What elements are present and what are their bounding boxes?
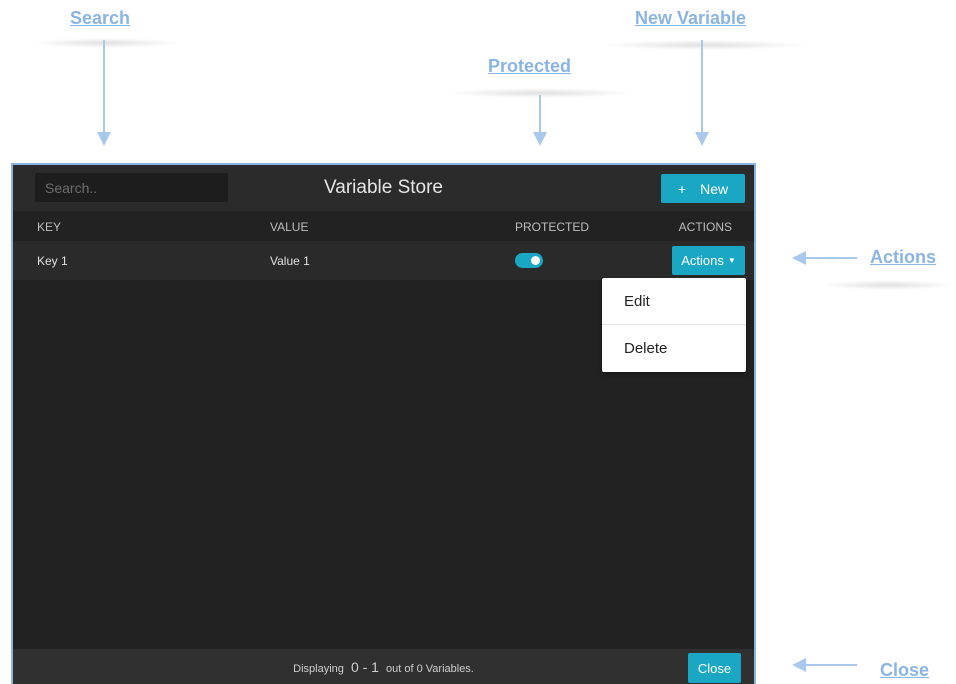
- actions-button-label: Actions: [681, 253, 724, 268]
- close-annotation-arrow: [792, 658, 806, 672]
- actions-dropdown-menu: Edit Delete: [602, 278, 746, 372]
- dialog-title: Variable Store: [324, 177, 443, 198]
- protected-annotation[interactable]: Protected: [488, 56, 571, 77]
- new-variable-annotation[interactable]: New Variable: [635, 8, 746, 29]
- new-variable-annotation-arrow: [695, 132, 709, 146]
- row-value: Value 1: [270, 254, 310, 268]
- menu-item-edit[interactable]: Edit: [602, 278, 746, 324]
- table-header: KEY VALUE PROTECTED ACTIONS: [13, 211, 754, 241]
- search-annotation-arrow: [97, 132, 111, 146]
- column-header-key: KEY: [37, 220, 62, 234]
- protected-annotation-arrow: [533, 132, 547, 146]
- close-annotation[interactable]: Close: [880, 660, 929, 681]
- pagination-summary: Displaying 0 - 1 out of 0 Variables.: [13, 659, 754, 675]
- new-variable-button-label: New: [700, 180, 729, 197]
- menu-item-delete[interactable]: Delete: [602, 325, 746, 371]
- column-header-actions: ACTIONS: [678, 220, 732, 234]
- actions-annotation-arrow: [792, 251, 806, 265]
- actions-annotation-shadow: [820, 280, 956, 290]
- pagination-prefix: Displaying: [293, 663, 344, 675]
- search-annotation[interactable]: Search: [70, 8, 130, 29]
- pagination-suffix: out of 0 Variables.: [386, 663, 474, 675]
- protected-annotation-line: [539, 95, 541, 132]
- dialog-header: Variable Store + New: [13, 165, 754, 211]
- close-button[interactable]: Close: [688, 653, 741, 683]
- plus-icon: +: [677, 180, 687, 197]
- close-annotation-line: [805, 664, 857, 666]
- protected-toggle[interactable]: [515, 253, 543, 268]
- actions-annotation-line: [805, 257, 857, 259]
- column-header-value: VALUE: [270, 220, 309, 234]
- actions-dropdown-button[interactable]: Actions ▼: [672, 246, 745, 275]
- new-variable-annotation-shadow: [600, 40, 810, 50]
- row-key: Key 1: [37, 254, 68, 268]
- search-annotation-line: [103, 40, 105, 132]
- dialog-footer: Displaying 0 - 1 out of 0 Variables. Clo…: [13, 649, 754, 684]
- toggle-knob: [531, 256, 540, 265]
- variable-store-dialog: Variable Store + New KEY VALUE PROTECTED…: [11, 163, 756, 684]
- caret-down-icon: ▼: [727, 256, 736, 265]
- column-header-protected: PROTECTED: [515, 220, 590, 234]
- new-variable-button[interactable]: + New: [661, 174, 745, 203]
- new-variable-annotation-line: [701, 40, 703, 132]
- table-row: Key 1 Value 1 Actions ▼: [13, 241, 754, 280]
- actions-annotation[interactable]: Actions: [870, 247, 936, 268]
- search-annotation-shadow: [30, 38, 180, 48]
- pagination-range: 0 - 1: [350, 659, 379, 675]
